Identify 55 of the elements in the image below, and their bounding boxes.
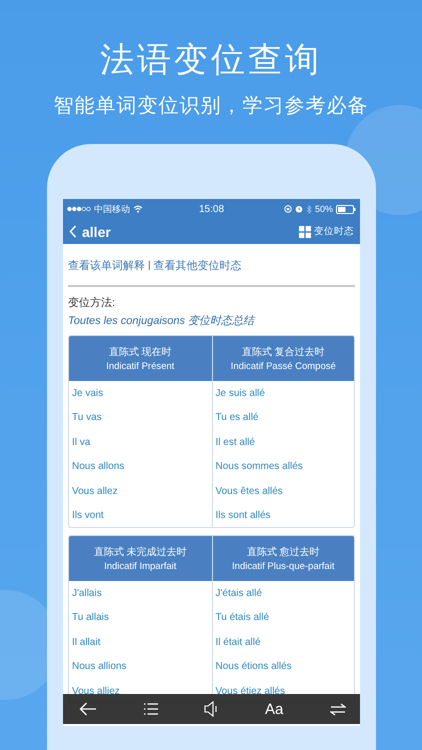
conjugated-form: Ils sont allés — [216, 508, 271, 523]
wifi-icon — [133, 205, 143, 213]
other-tenses-link[interactable]: 查看其他变位时态 — [154, 258, 242, 273]
tense-name-french: Indicatif Passé Composé — [230, 361, 336, 372]
conjugated-form: J'allais — [72, 586, 102, 601]
conjugated-form: Nous étions allés — [216, 660, 292, 674]
swap-icon[interactable] — [330, 702, 346, 716]
conjugated-form: Je vais — [72, 387, 104, 401]
conjugated-form: Vous êtes allés — [216, 484, 283, 499]
conjugated-form: Nous allions — [72, 660, 126, 674]
conjugated-form: Il était allé — [216, 636, 261, 650]
subheadline: 智能单词变位识别，学习参考必备 — [54, 94, 368, 118]
alarm-icon — [294, 205, 303, 213]
battery-percent: 50% — [314, 204, 333, 214]
conjugated-form: Tu es allé — [216, 411, 258, 426]
list-icon[interactable] — [144, 703, 158, 715]
conjugated-form: Vous allez — [72, 484, 118, 499]
tense-name-french: Indicatif Imparfait — [104, 560, 176, 572]
battery-icon — [336, 204, 356, 214]
conjugated-form: Tu allais — [72, 611, 109, 626]
all-conjugations-link[interactable]: Toutes les conjugaisons 变位时态总结 — [68, 313, 355, 328]
conjugated-form: Vous alliez — [72, 684, 120, 699]
carrier-name: 中国移动 — [94, 202, 130, 216]
status-time: 15:08 — [198, 204, 224, 214]
conjugated-form: Nous sommes allés — [216, 460, 303, 474]
conjugated-form: Tu étais allé — [216, 611, 270, 626]
speaker-icon[interactable] — [204, 701, 218, 717]
tense-name-chinese: 直陈式 未完成过去时 — [94, 546, 187, 559]
tense-name-chinese: 直陈式 复合过去时 — [242, 346, 325, 359]
conjugated-form: Il est allé — [216, 436, 255, 450]
back-icon[interactable] — [69, 225, 77, 238]
method-label: 变位方法: — [68, 296, 116, 310]
back-arrow-icon[interactable] — [79, 702, 97, 716]
grid-icon — [299, 226, 311, 238]
definition-link[interactable]: 查看该单词解释 — [68, 258, 145, 273]
link-separator: | — [148, 260, 151, 271]
conjugated-form: Ils vont — [72, 508, 104, 523]
font-size-button[interactable]: Aa — [264, 700, 284, 718]
bluetooth-icon — [306, 204, 312, 214]
conjugated-form: Il va — [72, 436, 90, 450]
conjugated-form: Tu vas — [72, 411, 102, 426]
tenses-button[interactable]: 变位时态 — [299, 225, 354, 238]
tense-name-chinese: 直陈式 愈过去时 — [246, 546, 320, 559]
conjugated-form: J'étais allé — [216, 586, 262, 601]
tense-name-french: Indicatif Présent — [106, 361, 174, 372]
word-title: aller — [82, 224, 111, 240]
signal-icon — [67, 206, 91, 212]
headline: 法语变位查询 — [100, 40, 322, 80]
tense-name-french: Indicatif Plus-que-parfait — [232, 560, 334, 572]
tense-name-chinese: 直陈式 现在时 — [108, 346, 172, 359]
rotation-lock-icon — [284, 205, 292, 213]
conjugated-form: Nous allons — [72, 460, 124, 474]
conjugated-form: Il allait — [72, 636, 100, 650]
conjugated-form: Je suis allé — [216, 387, 265, 401]
conjugated-form: Vous étiez allés — [216, 684, 285, 699]
